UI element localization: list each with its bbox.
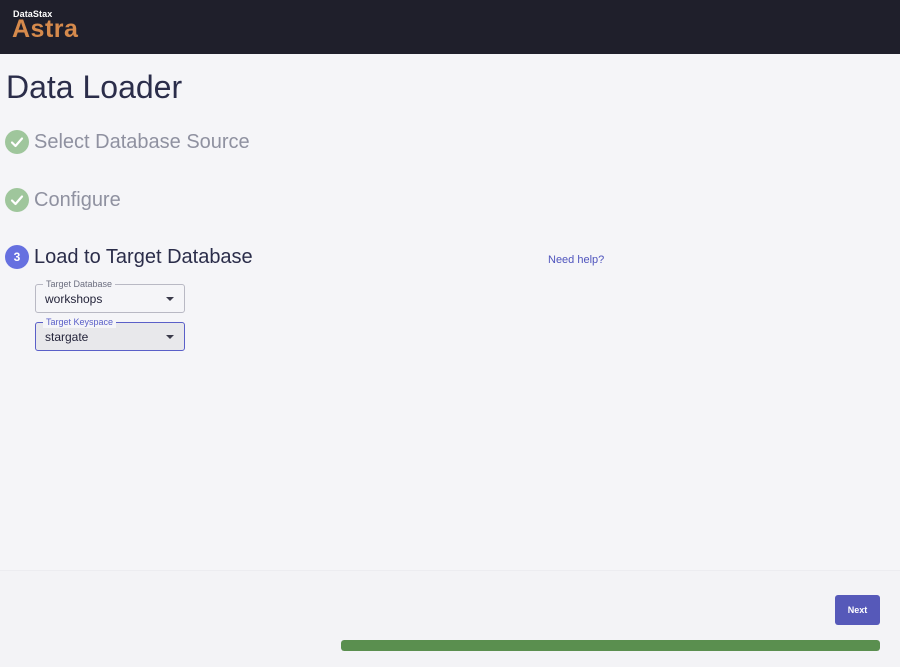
top-bar: DataStax Astra bbox=[0, 0, 900, 54]
chevron-down-icon[interactable] bbox=[166, 335, 174, 339]
check-icon bbox=[5, 130, 29, 154]
step-label: Configure bbox=[34, 189, 121, 211]
target-database-label: Target Database bbox=[43, 278, 116, 290]
need-help-link[interactable]: Need help? bbox=[548, 254, 604, 266]
check-icon bbox=[5, 188, 29, 212]
target-keyspace-value: stargate bbox=[45, 330, 89, 344]
step-label: Load to Target Database bbox=[34, 246, 253, 268]
page-title: Data Loader bbox=[6, 69, 183, 105]
step-label: Select Database Source bbox=[34, 131, 250, 153]
next-button[interactable]: Next bbox=[835, 595, 880, 625]
step-number-badge: 3 bbox=[5, 245, 29, 269]
target-database-value: workshops bbox=[45, 292, 103, 306]
chevron-down-icon[interactable] bbox=[166, 297, 174, 301]
target-database-select[interactable]: Target Database workshops bbox=[35, 278, 185, 313]
step-load-to-target-database[interactable]: 3 Load to Target Database bbox=[5, 244, 253, 270]
progress-bar-fill bbox=[341, 640, 880, 651]
progress-bar bbox=[341, 640, 880, 651]
brand-astra-logo[interactable]: Astra bbox=[12, 16, 78, 42]
step-select-database-source[interactable]: Select Database Source bbox=[5, 129, 250, 155]
footer bbox=[0, 570, 900, 667]
step-configure[interactable]: Configure bbox=[5, 187, 121, 213]
target-keyspace-label: Target Keyspace bbox=[43, 316, 117, 328]
target-keyspace-select[interactable]: Target Keyspace stargate bbox=[35, 316, 185, 351]
